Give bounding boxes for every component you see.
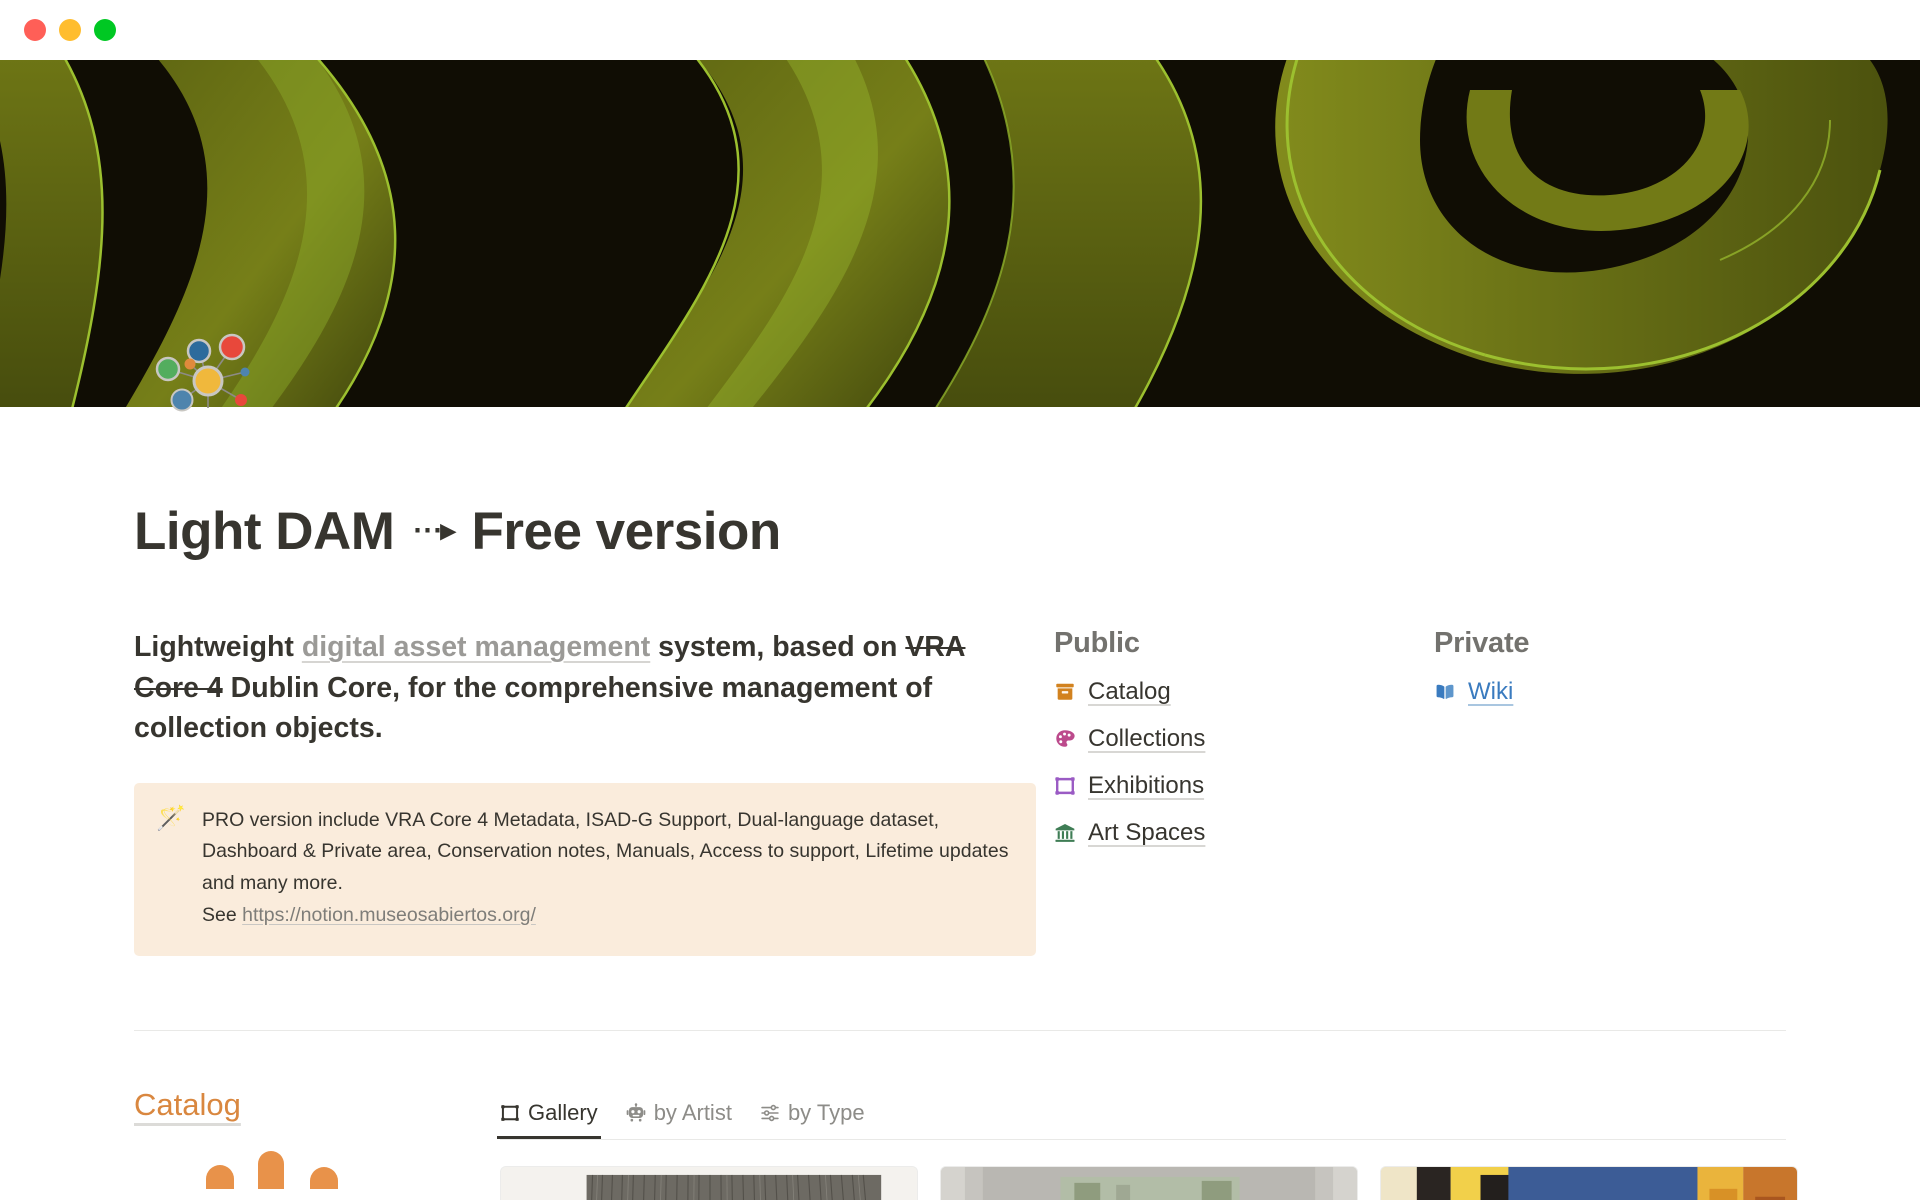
- maximize-window-button[interactable]: [94, 19, 116, 41]
- artist-palette-icon: [1054, 728, 1077, 750]
- window-titlebar: [0, 0, 1920, 60]
- page-title[interactable]: Light DAM ⋯▸ Free version: [134, 502, 1786, 561]
- public-column: Public Catalog Collections Exhibitions A…: [1054, 627, 1434, 866]
- public-heading: Public: [1054, 627, 1140, 660]
- page-title-main: Light DAM: [134, 502, 395, 561]
- catalog-sidebar: Catalog: [134, 1087, 500, 1200]
- card-thumbnail: [941, 1166, 1357, 1200]
- public-link-art-spaces[interactable]: Art Spaces: [1054, 819, 1434, 847]
- page-content: Light DAM ⋯▸ Free version Lightweight di…: [0, 502, 1920, 956]
- cover-artwork: [0, 60, 1920, 407]
- tab-by-type[interactable]: by Type: [760, 1100, 865, 1139]
- view-tabs: Gallery by Artist by Type: [497, 1087, 1798, 1139]
- card-file-box-icon: [1054, 681, 1077, 703]
- intro-columns: Lightweight digital asset management sys…: [134, 627, 1786, 956]
- public-link-catalog[interactable]: Catalog: [1054, 678, 1434, 706]
- sliders-icon: [760, 1103, 780, 1123]
- lead-part-1: Lightweight: [134, 631, 302, 664]
- open-book-icon: [1434, 681, 1457, 703]
- public-link-collections[interactable]: Collections: [1054, 725, 1434, 753]
- page-title-secondary: Free version: [471, 502, 782, 561]
- gallery-card-3[interactable]: [1380, 1165, 1798, 1200]
- public-link-label: Catalog: [1088, 678, 1171, 706]
- public-link-label: Art Spaces: [1088, 819, 1206, 847]
- tab-gallery[interactable]: Gallery: [497, 1099, 601, 1139]
- page-cover-image[interactable]: [0, 60, 1920, 407]
- digital-asset-management-link[interactable]: digital asset management: [302, 631, 650, 663]
- lead-part-2: system, based on: [650, 631, 906, 664]
- lead-paragraph: Lightweight digital asset management sys…: [134, 627, 1024, 748]
- private-link-wiki[interactable]: Wiki: [1434, 678, 1814, 706]
- catalog-decoration-icon: [134, 1149, 500, 1189]
- lead-part-3: Dublin Core, for the comprehensive manag…: [134, 671, 933, 745]
- catalog-views: Gallery by Artist by Type: [497, 1087, 1798, 1200]
- gallery-card-2[interactable]: [940, 1165, 1358, 1200]
- public-link-label: Exhibitions: [1088, 772, 1205, 800]
- dotted-arrow-icon: ⋯▸: [412, 513, 455, 547]
- blob-right: [310, 1166, 338, 1189]
- callout-see-label: See: [202, 904, 243, 927]
- gallery-card-1[interactable]: [500, 1165, 918, 1200]
- magic-wand-icon: 🪄: [156, 804, 186, 832]
- network-graph-icon[interactable]: [142, 324, 272, 428]
- private-column: Private Wiki: [1434, 627, 1814, 725]
- private-heading: Private: [1434, 627, 1530, 660]
- tabs-underline-rule: [500, 1138, 1786, 1140]
- blob-left: [206, 1164, 234, 1189]
- tab-label: by Type: [787, 1099, 865, 1125]
- public-link-label: Collections: [1088, 725, 1206, 753]
- close-window-button[interactable]: [24, 19, 46, 41]
- callout-body: PRO version include VRA Core 4 Metadata,…: [202, 808, 1009, 895]
- classical-building-icon: [1054, 822, 1077, 844]
- framed-picture-icon: [500, 1103, 520, 1123]
- section-divider: [134, 1029, 1786, 1031]
- public-link-exhibitions[interactable]: Exhibitions: [1054, 772, 1434, 800]
- tab-label: by Artist: [653, 1099, 732, 1125]
- robot-icon: [626, 1103, 646, 1123]
- tab-by-artist[interactable]: by Artist: [626, 1100, 732, 1139]
- callout-text: PRO version include VRA Core 4 Metadata,…: [202, 805, 1012, 932]
- framed-picture-icon: [1054, 775, 1077, 797]
- gallery-cards: [500, 1165, 1798, 1200]
- description-column: Lightweight digital asset management sys…: [134, 627, 1054, 956]
- tab-label: Gallery: [528, 1099, 598, 1125]
- catalog-database-title[interactable]: Catalog: [134, 1087, 500, 1123]
- blob-center: [258, 1150, 284, 1189]
- pro-version-callout: 🪄 PRO version include VRA Core 4 Metadat…: [134, 782, 1036, 956]
- notion-museosabiertos-link[interactable]: https://notion.museosabiertos.org/: [242, 904, 536, 926]
- private-link-label: Wiki: [1468, 678, 1514, 706]
- minimize-window-button[interactable]: [59, 19, 81, 41]
- card-thumbnail: [501, 1166, 917, 1200]
- catalog-section: Catalog Gallery by Artist by Type: [0, 1087, 1920, 1200]
- card-thumbnail: [1381, 1166, 1797, 1200]
